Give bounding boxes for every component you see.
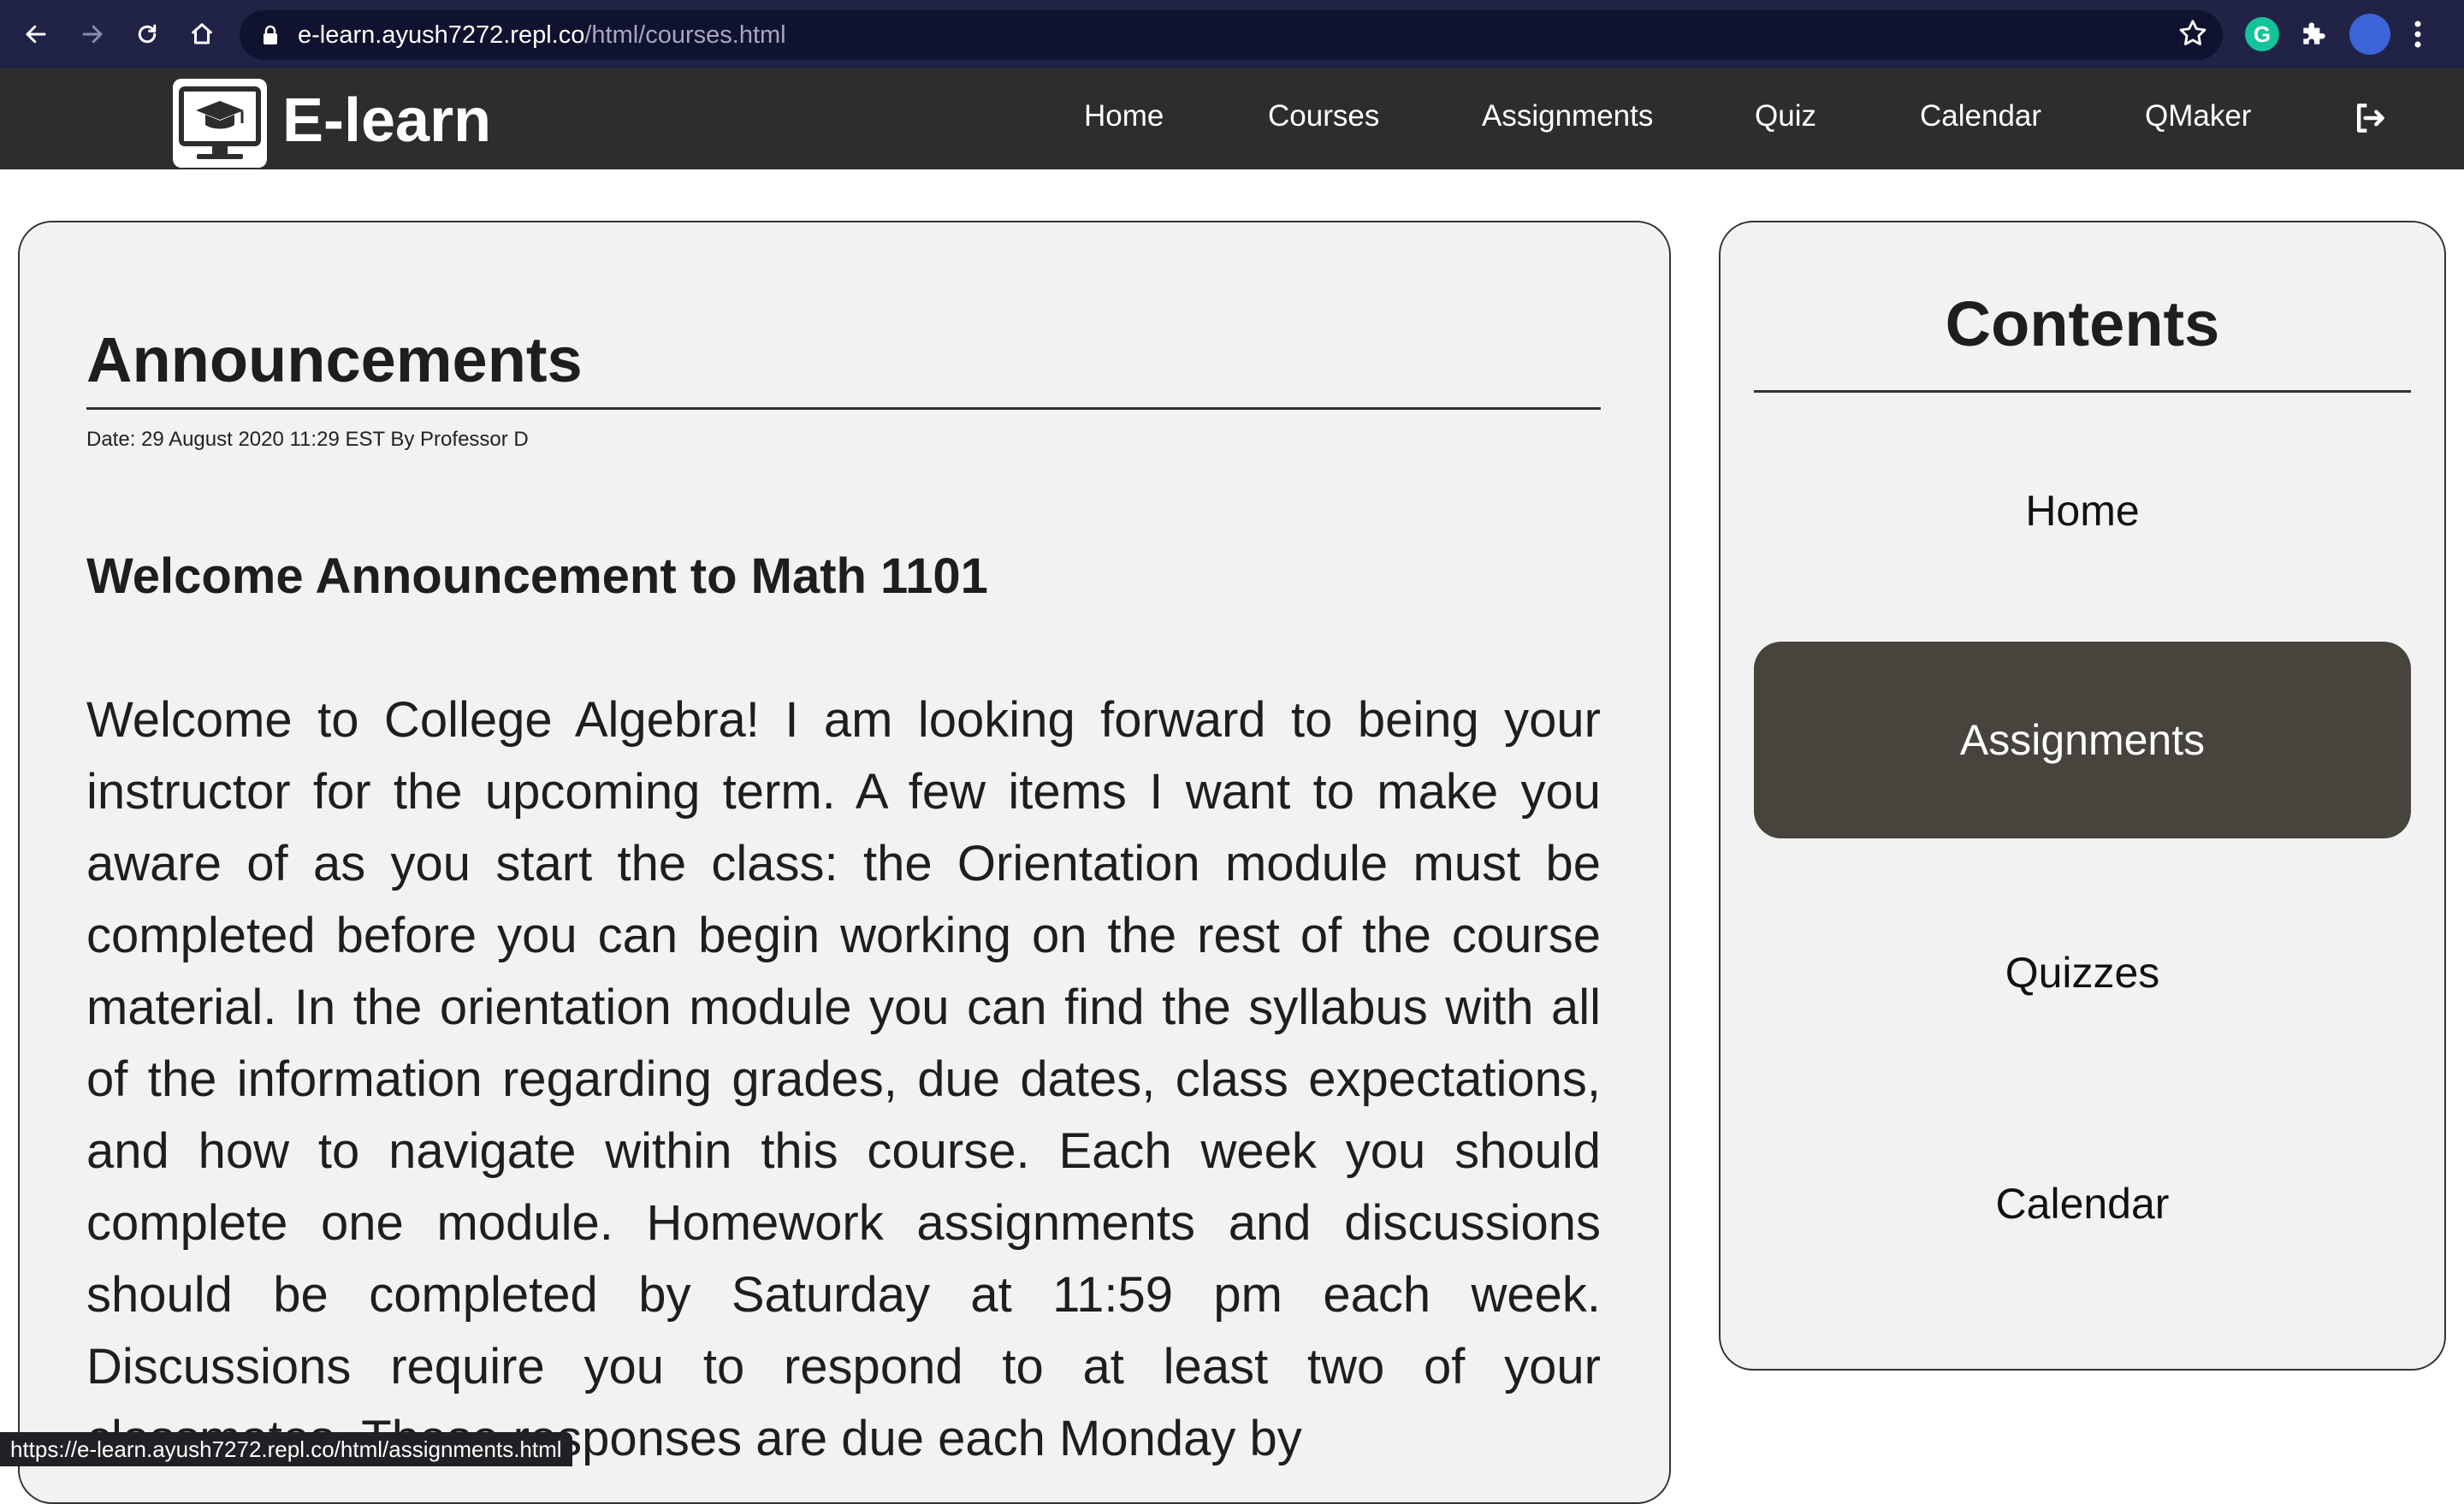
home-icon[interactable] (183, 15, 221, 53)
bookmark-star-icon[interactable] (2177, 17, 2209, 54)
nav-calendar-link[interactable]: Calendar (1920, 99, 2041, 133)
logout-icon[interactable] (2351, 99, 2389, 141)
nav-qmaker-link[interactable]: QMaker (2145, 99, 2251, 133)
grammarly-extension-icon[interactable]: G (2245, 17, 2279, 51)
logo-icon[interactable] (173, 79, 267, 168)
reload-icon[interactable] (128, 15, 166, 53)
back-icon[interactable] (17, 15, 55, 53)
announcements-title: Announcements (86, 324, 583, 395)
announcement-meta: Date: 29 August 2020 11:29 EST By Profes… (86, 428, 529, 451)
extensions-puzzle-icon[interactable] (2298, 17, 2331, 54)
announcement-body: Welcome to College Algebra! I am looking… (86, 692, 1601, 1466)
address-bar[interactable]: e-learn.ayush7272.repl.co/html/courses.h… (240, 10, 2223, 60)
contents-title: Contents (1945, 288, 2220, 359)
lock-icon (262, 25, 279, 50)
url-host: e-learn.ayush7272.repl.co (298, 21, 585, 49)
nav-quiz-link[interactable]: Quiz (1755, 99, 1816, 133)
nav-courses-link[interactable]: Courses (1268, 99, 1379, 133)
status-bar-url: https://e-learn.ayush7272.repl.co/html/a… (0, 1432, 572, 1466)
forward-icon[interactable] (74, 15, 111, 53)
nav-home-link[interactable]: Home (1084, 99, 1164, 133)
brand-name[interactable]: E-learn (282, 86, 491, 156)
url-text: e-learn.ayush7272.repl.co/html/courses.h… (298, 21, 786, 50)
kebab-menu-icon[interactable] (2413, 15, 2423, 57)
url-path: /html/courses.html (584, 21, 786, 49)
announcements-divider (86, 407, 1601, 410)
contents-item-calendar[interactable]: Calendar (1754, 1105, 2411, 1302)
announcement-heading: Welcome Announcement to Math 1101 (86, 548, 988, 604)
contents-item-home[interactable]: Home (1754, 412, 2411, 609)
contents-item-assignments[interactable]: Assignments (1754, 642, 2411, 838)
browser-toolbar: e-learn.ayush7272.repl.co/html/courses.h… (0, 0, 2464, 68)
contents-divider (1754, 390, 2411, 393)
profile-avatar[interactable] (2349, 14, 2390, 55)
contents-item-quizzes[interactable]: Quizzes (1754, 874, 2411, 1071)
nav-assignments-link[interactable]: Assignments (1482, 99, 1653, 133)
